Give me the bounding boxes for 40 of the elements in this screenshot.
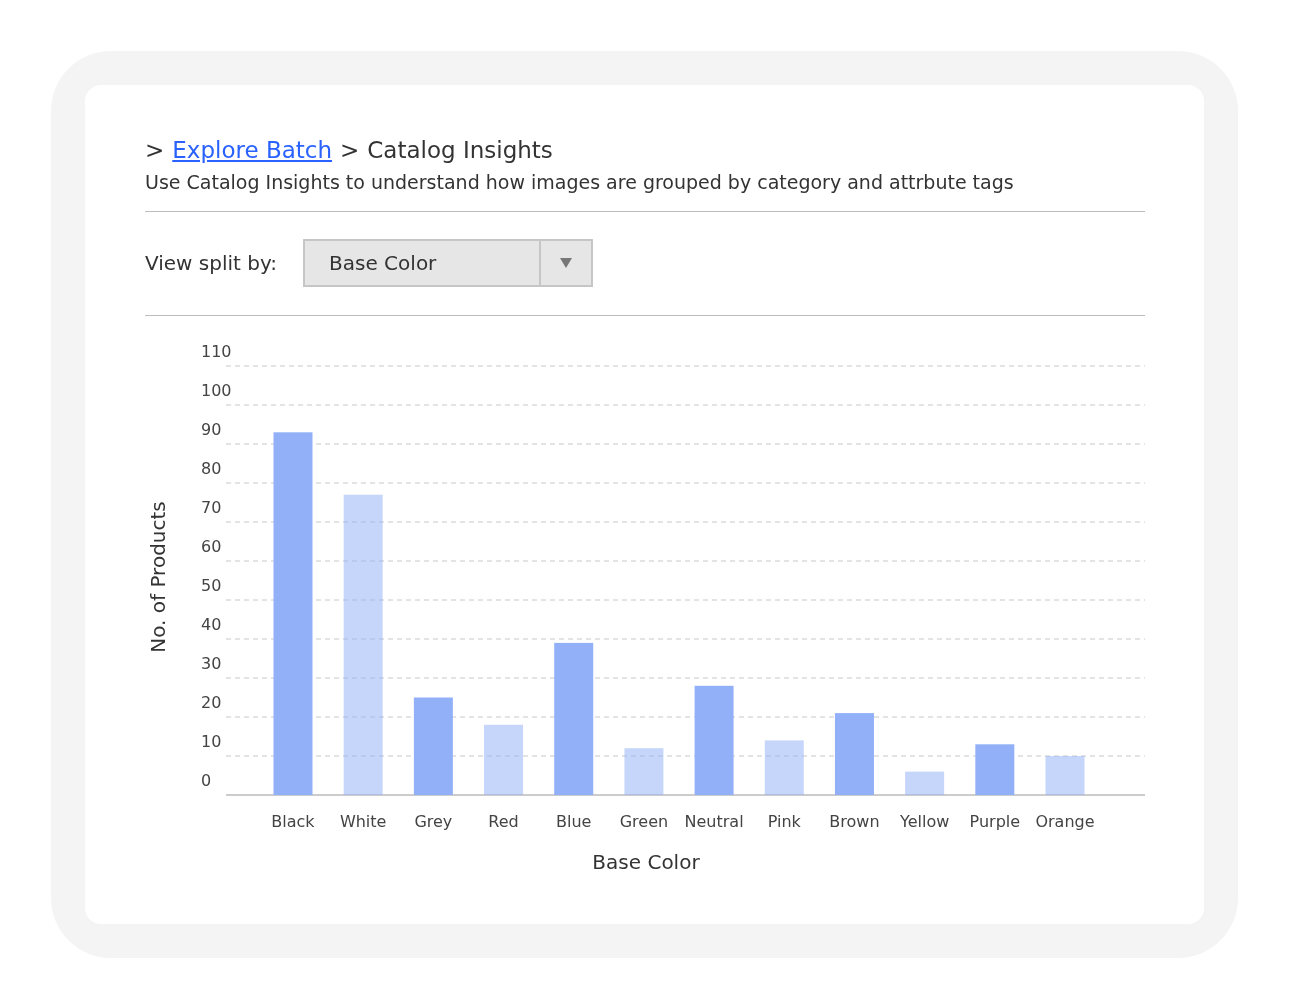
y-tick-label: 40	[201, 615, 222, 634]
y-tick-label: 50	[201, 576, 222, 595]
x-category-label: Grey	[414, 812, 453, 831]
x-category-label: Orange	[1035, 812, 1095, 831]
y-tick-label: 70	[201, 498, 222, 517]
x-category-label: Yellow	[900, 812, 950, 831]
y-tick-label: 60	[201, 537, 222, 556]
breadcrumb-link[interactable]: Explore Batch	[172, 137, 332, 163]
split-dropdown[interactable]: Base Color	[303, 239, 594, 287]
dropdown-caret-icon	[560, 258, 573, 268]
y-tick-label: 30	[201, 654, 222, 673]
x-category-label: Green	[619, 812, 669, 831]
bar	[905, 771, 945, 795]
x-category-label: Red	[488, 812, 519, 831]
x-category-label: Blue	[556, 812, 592, 831]
x-axis-title: Base Color	[592, 850, 700, 874]
x-category-label: Black	[271, 812, 315, 831]
x-category-label: Neutral	[684, 812, 744, 831]
bar	[764, 740, 804, 795]
page-description: Use Catalog Insights to understand how images are grouped by category and attrbute tags	[145, 171, 1015, 193]
y-tick-label: 20	[201, 693, 222, 712]
x-category-label: Purple	[969, 812, 1021, 831]
breadcrumb-separator: >	[145, 137, 165, 163]
bar	[975, 744, 1015, 795]
bar	[484, 724, 524, 795]
page-title: Catalog Insights	[367, 137, 553, 163]
bar	[624, 748, 664, 795]
y-tick-label: 10	[201, 732, 222, 751]
x-category-label: Pink	[767, 812, 801, 831]
y-tick-label: 80	[201, 459, 222, 478]
x-category-label: Brown	[829, 812, 880, 831]
bar	[1045, 756, 1085, 795]
y-tick-label: 0	[201, 771, 212, 790]
y-tick-label: 110	[201, 342, 232, 361]
breadcrumb-separator: >	[340, 137, 360, 163]
x-category-label: White	[339, 812, 387, 831]
y-tick-label: 100	[201, 381, 232, 400]
y-tick-label: 90	[201, 420, 222, 439]
view-split-label: View split by:	[145, 251, 278, 275]
y-axis-title: No. of Products	[146, 501, 170, 653]
